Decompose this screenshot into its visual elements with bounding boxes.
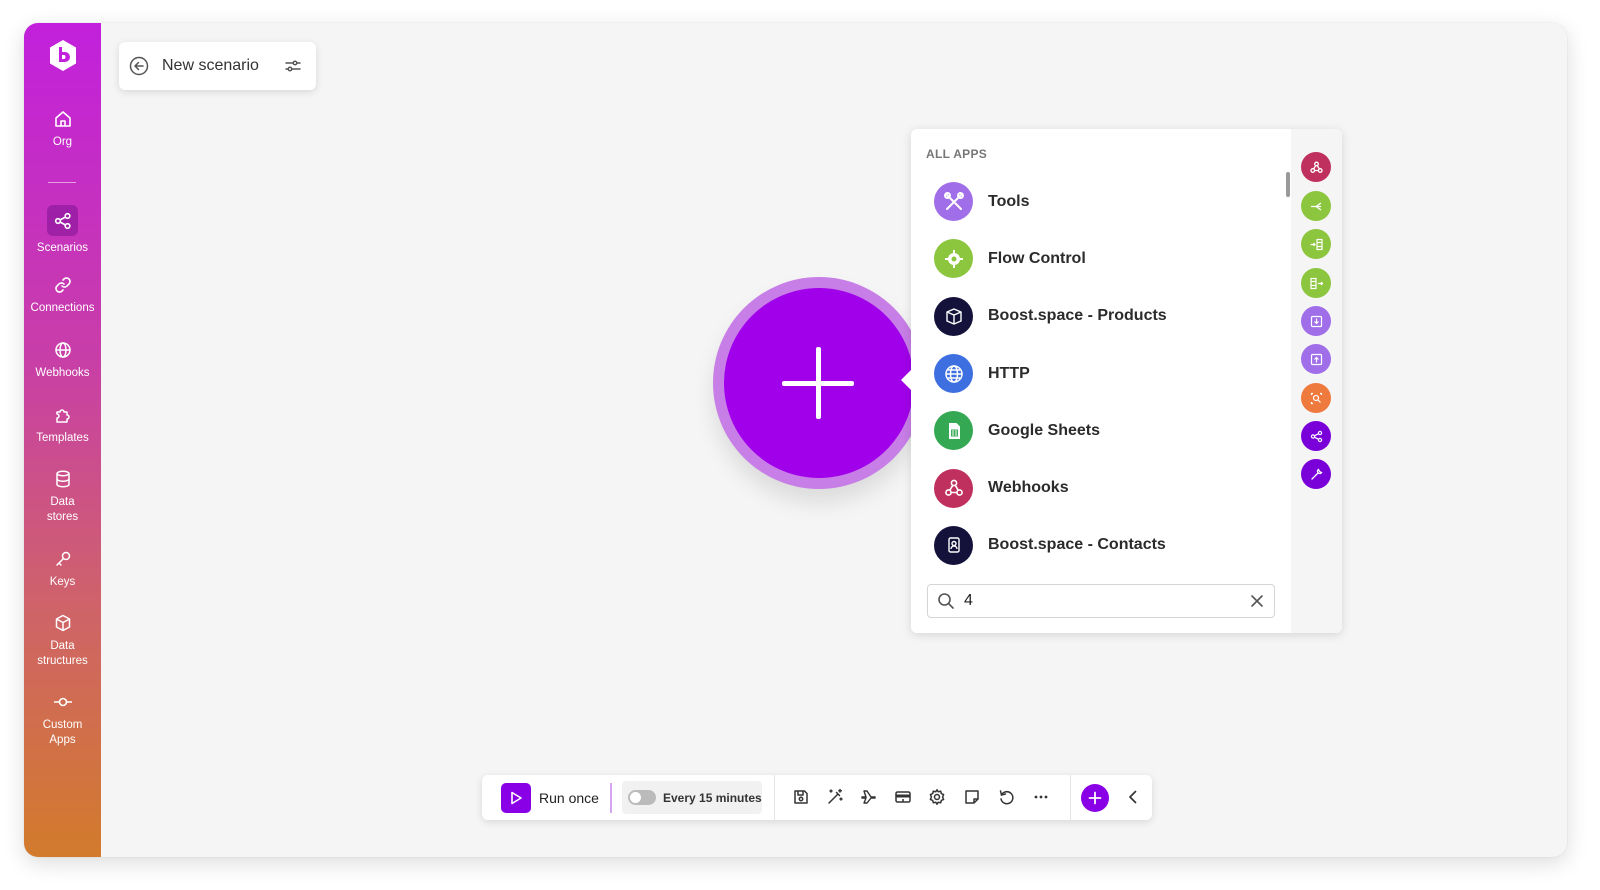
scrollbar[interactable] — [1286, 172, 1290, 197]
divider — [610, 783, 612, 813]
sidebar-item-label: Custom Apps — [42, 719, 83, 746]
app-item-tools[interactable]: Tools — [911, 173, 1289, 230]
share-nodes-icon — [54, 212, 71, 229]
add-module-button[interactable] — [713, 277, 925, 489]
download-icon[interactable] — [1301, 306, 1331, 336]
add-button[interactable] — [1081, 784, 1109, 812]
app-name: Flow Control — [988, 249, 1086, 267]
sidebar-item-label: Org — [52, 136, 73, 148]
app-picker-panel: ALL APPS Tools Flow Control Boost.space … — [901, 129, 1342, 633]
sidebar-item-custom-apps[interactable]: Custom Apps — [24, 692, 101, 748]
sidebar-item-label: Connections — [30, 302, 95, 314]
back-arrow-icon[interactable] — [129, 56, 149, 76]
sidebar-item-label: Data structures — [37, 640, 88, 667]
home-icon — [54, 111, 71, 127]
app-window: Org Scenarios Connections Webhooks Templ… — [24, 23, 1567, 857]
sidebar-item-label: Keys — [49, 576, 76, 588]
sidebar-item-org[interactable]: Org — [24, 109, 101, 150]
search-icon — [938, 593, 954, 609]
app-item-webhooks[interactable]: Webhooks — [911, 459, 1289, 516]
box-icon — [934, 296, 973, 336]
share-icon[interactable] — [1301, 421, 1331, 451]
sidebar-item-label: Scenarios — [36, 242, 89, 254]
globe-icon — [54, 342, 71, 358]
sidebar-item-connections[interactable]: Connections — [24, 275, 101, 316]
sidebar-item-label: Templates — [36, 432, 89, 444]
chevron-left-icon[interactable] — [1124, 788, 1142, 806]
tools-icon[interactable] — [1301, 459, 1331, 489]
sidebar-item-label: Data stores — [46, 496, 79, 523]
app-name: HTTP — [988, 364, 1030, 382]
scenario-title[interactable]: New scenario — [162, 57, 259, 75]
run-once-label: Run once — [539, 790, 599, 806]
divider — [1070, 775, 1071, 820]
commit-icon — [53, 697, 72, 707]
plus-icon — [1088, 791, 1102, 805]
sidebar-item-webhooks[interactable]: Webhooks — [24, 340, 101, 381]
boost-space-logo[interactable] — [48, 39, 78, 72]
router-icon[interactable] — [1301, 191, 1331, 221]
sidebar-item-templates[interactable]: Templates — [24, 405, 101, 446]
play-icon — [501, 783, 531, 813]
cube-icon — [55, 614, 70, 632]
app-item-flow-control[interactable]: Flow Control — [911, 230, 1289, 287]
app-name: Webhooks — [988, 479, 1069, 497]
app-search-input[interactable] — [962, 588, 1246, 614]
sidebar-divider — [48, 182, 76, 183]
sidebar: Org Scenarios Connections Webhooks Templ… — [24, 23, 101, 857]
app-name: Boost.space - Contacts — [988, 536, 1166, 554]
schedule-label[interactable]: Every 15 minutes — [663, 791, 762, 805]
sliders-icon[interactable] — [284, 57, 302, 75]
app-search-box — [927, 584, 1275, 618]
app-item-google-sheets[interactable]: Google Sheets — [911, 402, 1289, 459]
sidebar-item-data-structures[interactable]: Data structures — [24, 613, 101, 669]
schedule-toggle[interactable] — [628, 790, 656, 805]
globe-icon — [934, 354, 973, 394]
schedule-control: Every 15 minutes — [622, 781, 762, 814]
active-indicator — [47, 205, 78, 236]
gear-icon — [934, 239, 973, 279]
settings-icon[interactable] — [928, 788, 946, 806]
tools-icon — [934, 182, 973, 222]
webhook-icon — [934, 468, 973, 508]
app-name: Google Sheets — [988, 421, 1101, 439]
aggregator-in-icon[interactable] — [1301, 229, 1331, 259]
undo-icon[interactable] — [997, 788, 1015, 806]
key-icon — [55, 551, 70, 566]
webhook-icon[interactable] — [1301, 152, 1331, 182]
app-item-http[interactable]: HTTP — [911, 345, 1289, 402]
plane-icon[interactable] — [860, 788, 878, 806]
divider — [774, 775, 775, 820]
note-icon[interactable] — [963, 788, 981, 806]
more-icon[interactable] — [1032, 788, 1050, 806]
contact-icon — [934, 525, 973, 565]
link-icon — [54, 277, 71, 293]
magic-wand-icon[interactable] — [826, 788, 844, 806]
upload-icon[interactable] — [1301, 344, 1331, 374]
app-item-boost-contacts[interactable]: Boost.space - Contacts — [911, 517, 1289, 574]
app-list-heading: ALL APPS — [926, 147, 988, 161]
close-icon[interactable] — [1250, 594, 1264, 608]
search-record-icon[interactable] — [1301, 383, 1331, 413]
scenario-header: New scenario — [119, 42, 316, 90]
app-list: Tools Flow Control Boost.space - Product… — [911, 173, 1289, 574]
sidebar-item-keys[interactable]: Keys — [24, 549, 101, 590]
add-module-circle — [724, 288, 914, 478]
card-icon[interactable] — [894, 788, 912, 806]
sidebar-item-scenarios[interactable]: Scenarios — [24, 205, 101, 256]
save-icon[interactable] — [792, 788, 810, 806]
run-once-button[interactable]: Run once — [501, 783, 599, 813]
app-item-boost-products[interactable]: Boost.space - Products — [911, 288, 1289, 345]
database-icon — [55, 470, 70, 488]
sidebar-item-data-stores[interactable]: Data stores — [24, 469, 101, 525]
sheets-icon — [934, 411, 973, 451]
sidebar-item-label: Webhooks — [35, 367, 90, 379]
iterator-out-icon[interactable] — [1301, 268, 1331, 298]
app-name: Tools — [988, 192, 1030, 210]
puzzle-icon — [55, 409, 70, 423]
app-name: Boost.space - Products — [988, 307, 1167, 325]
bottom-toolbar: Run once Every 15 minutes — [482, 775, 1152, 820]
